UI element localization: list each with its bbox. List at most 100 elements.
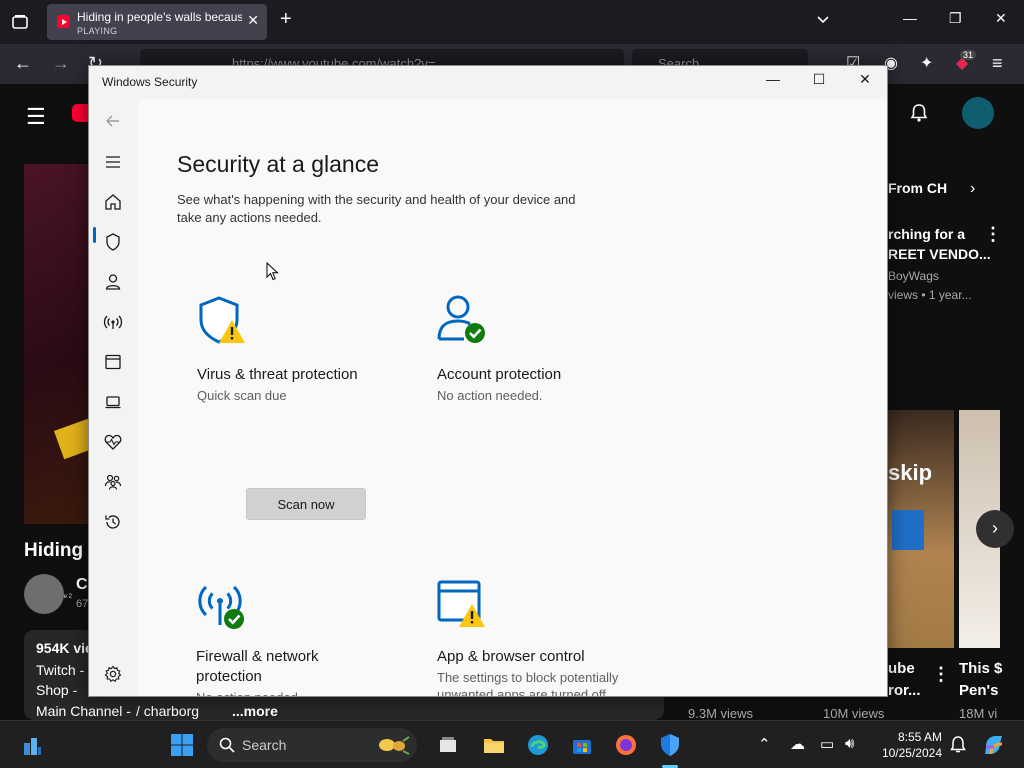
rec-title-line: REET VENDO... xyxy=(888,246,991,262)
browser-warning-icon xyxy=(437,580,485,627)
new-tab-icon[interactable]: + xyxy=(280,8,292,31)
app-browser-icon[interactable] xyxy=(101,350,125,374)
subscriber-count: 67 xyxy=(76,598,89,610)
show-more-button[interactable]: ...more xyxy=(232,703,278,719)
edge-browser-icon[interactable] xyxy=(526,733,550,757)
card-title: Account protection xyxy=(437,366,562,383)
windows-security-window: Windows Security — ☐ ✕ Security at a gla… xyxy=(88,65,888,697)
thumbnail-cube-image xyxy=(892,510,924,550)
shield-icon[interactable] xyxy=(101,230,125,254)
tab-title: Hiding in people's walls becaus xyxy=(77,10,242,24)
task-view-icon[interactable] xyxy=(436,733,460,757)
family-icon[interactable] xyxy=(101,470,125,494)
account-check-icon xyxy=(437,295,485,343)
chip-next-icon[interactable]: › xyxy=(970,180,975,198)
youtube-menu-icon[interactable]: ☰ xyxy=(26,104,46,130)
extension-badge: 31 xyxy=(960,50,977,60)
tab-list-icon[interactable] xyxy=(10,12,30,32)
channel-avatar[interactable] xyxy=(24,574,64,614)
maximize-icon[interactable]: ☐ xyxy=(796,71,842,95)
minimize-browser-icon[interactable]: — xyxy=(903,10,917,26)
rec-meta: views • 1 year... xyxy=(888,288,972,302)
list-all-tabs-icon[interactable] xyxy=(816,13,830,27)
user-avatar[interactable] xyxy=(962,97,994,129)
more-options-icon[interactable]: ⋮ xyxy=(932,664,950,685)
copilot-icon[interactable] xyxy=(982,733,1006,757)
close-icon[interactable]: ✕ xyxy=(842,71,887,95)
scan-now-button[interactable]: Scan now xyxy=(246,488,366,520)
system-clock[interactable]: 8:55 AM 10/25/2024 xyxy=(878,729,942,761)
rec-title-line: rching for a xyxy=(888,226,966,242)
widgets-icon[interactable] xyxy=(20,733,44,757)
description-line: Shop - xyxy=(36,682,78,698)
firefox-icon[interactable] xyxy=(614,733,638,757)
person-icon[interactable] xyxy=(101,270,125,294)
tab-playing-status: PLAYING xyxy=(77,26,118,36)
video-player[interactable]: Doherty House 2 xyxy=(24,164,99,600)
laptop-icon[interactable] xyxy=(101,390,125,414)
app-browser-card[interactable]: App & browser control The settings to bl… xyxy=(437,579,637,697)
extensions-icon[interactable]: ✦ xyxy=(920,53,933,73)
settings-gear-icon[interactable] xyxy=(101,662,125,686)
shorts-views: 18M vi xyxy=(959,706,998,721)
cloud-sync-icon[interactable]: ☁ xyxy=(790,735,805,753)
description-line: Twitch - xyxy=(36,662,85,678)
shield-warning-icon xyxy=(199,296,245,344)
network-icon[interactable]: ▭ xyxy=(820,735,834,753)
minimize-icon[interactable]: — xyxy=(750,71,796,95)
mouse-cursor-icon xyxy=(266,262,279,281)
channel-name[interactable]: C xyxy=(76,576,88,594)
card-title: Firewall & network protection xyxy=(196,648,319,685)
selected-indicator xyxy=(93,227,96,243)
carousel-next-icon[interactable]: › xyxy=(976,510,1014,548)
heart-pulse-icon[interactable] xyxy=(101,430,125,454)
close-tab-icon[interactable]: ✕ xyxy=(247,12,259,29)
card-status: No action needed. xyxy=(437,388,543,403)
shorts-views: 9.3M views xyxy=(688,706,754,721)
windows-security-taskbar-icon[interactable] xyxy=(658,733,682,757)
description-line: Main Channel - xyxy=(36,703,131,719)
card-status: The settings to block potentially unwant… xyxy=(437,670,619,697)
channel-link[interactable]: / charborg xyxy=(136,703,199,719)
taskbar-search[interactable]: Search xyxy=(207,728,417,762)
firewall-network-card[interactable]: Firewall & network protection No action … xyxy=(196,579,386,696)
restore-browser-icon[interactable]: ❐ xyxy=(949,10,962,27)
card-title: Virus & threat protection xyxy=(197,366,358,383)
back-arrow-icon[interactable] xyxy=(101,109,125,133)
close-browser-icon[interactable]: ✕ xyxy=(995,10,1007,27)
window-title-bar[interactable]: Windows Security — ☐ ✕ xyxy=(89,66,887,99)
virus-threat-card[interactable]: Virus & threat protection Quick scan due xyxy=(197,295,387,404)
thumbnail-text: skip xyxy=(888,460,933,485)
account-protection-card[interactable]: Account protection No action needed. xyxy=(437,295,637,404)
more-options-icon[interactable]: ⋮ xyxy=(984,224,1002,245)
page-title: Security at a glance xyxy=(177,151,380,177)
volume-icon[interactable]: 🔊︎ xyxy=(845,735,854,752)
notification-bell-icon[interactable] xyxy=(946,733,970,757)
intro-text: See what's happening with the security a… xyxy=(177,192,576,225)
nav-sidebar xyxy=(89,99,137,696)
view-count: 954K vie xyxy=(36,640,93,656)
file-explorer-icon[interactable] xyxy=(482,733,506,757)
show-hidden-icons-icon[interactable]: ⌃ xyxy=(758,735,771,753)
browser-tab-youtube[interactable]: Hiding in people's walls becaus PLAYING … xyxy=(47,4,267,40)
shorts-title: Pen's xyxy=(959,682,999,699)
main-content: Security at a glance See what's happenin… xyxy=(137,99,887,697)
shorts-title: ube xyxy=(888,660,915,677)
network-antenna-icon[interactable] xyxy=(101,310,125,334)
hamburger-menu-icon[interactable] xyxy=(101,150,125,174)
shorts-title: This $ xyxy=(959,660,1003,677)
filter-chip-from[interactable]: From CH xyxy=(888,180,947,196)
card-status: Quick scan due xyxy=(197,388,287,403)
notifications-bell-icon[interactable] xyxy=(908,102,930,124)
youtube-favicon-icon xyxy=(57,15,70,28)
start-windows-icon[interactable] xyxy=(170,733,194,757)
card-title: App & browser control xyxy=(437,648,585,665)
home-icon[interactable] xyxy=(101,190,125,214)
back-icon[interactable]: ← xyxy=(14,53,32,74)
history-icon[interactable] xyxy=(101,510,125,534)
clock-time: 8:55 AM xyxy=(897,730,942,744)
shorts-thumbnail[interactable]: skip xyxy=(888,410,954,648)
forward-icon[interactable]: → xyxy=(52,53,70,74)
app-menu-icon[interactable]: ≡ xyxy=(992,53,1003,74)
microsoft-store-icon[interactable] xyxy=(570,733,594,757)
